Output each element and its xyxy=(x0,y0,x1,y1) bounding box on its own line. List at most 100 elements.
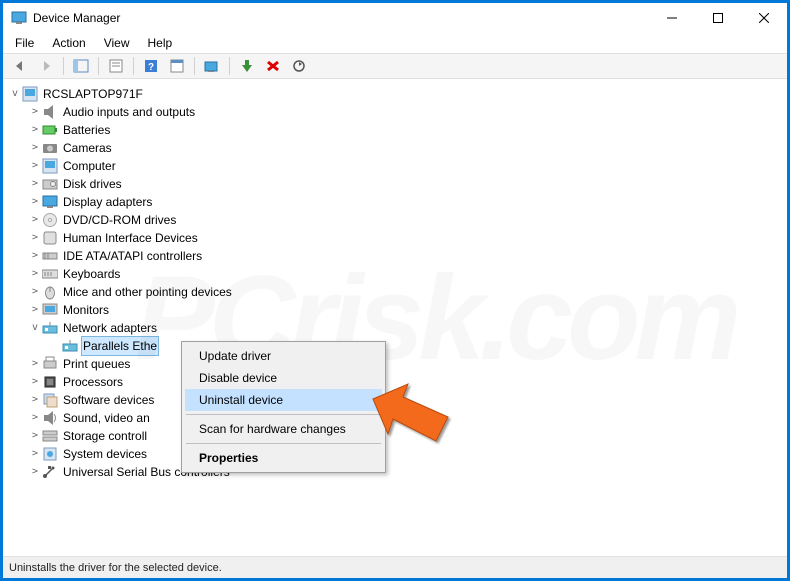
expand-icon[interactable]: > xyxy=(29,463,41,481)
expand-icon[interactable]: > xyxy=(29,121,41,139)
window: Device Manager File Action View Help ? P… xyxy=(3,3,787,578)
tree-item[interactable]: > Monitors xyxy=(7,301,783,319)
ide-icon xyxy=(42,248,58,264)
tree-item-label: Sound, video an xyxy=(61,409,152,427)
help-button[interactable]: ? xyxy=(140,55,162,77)
tree-item[interactable]: > Human Interface Devices xyxy=(7,229,783,247)
expand-icon[interactable]: > xyxy=(29,175,41,193)
tree-root[interactable]: vRCSLAPTOP971F xyxy=(7,85,783,103)
expand-icon[interactable]: > xyxy=(29,301,41,319)
printer-icon xyxy=(42,356,58,372)
maximize-button[interactable] xyxy=(695,3,741,33)
tree-item-label: Monitors xyxy=(61,301,111,319)
tree-item[interactable]: > Display adapters xyxy=(7,193,783,211)
tree-item[interactable]: > Keyboards xyxy=(7,265,783,283)
tree-item[interactable]: >Cameras xyxy=(7,139,783,157)
tree-item-label: IDE ATA/ATAPI controllers xyxy=(61,247,204,265)
network-icon xyxy=(62,338,78,354)
tree-item[interactable]: > Sound, video an xyxy=(7,409,783,427)
expand-icon[interactable]: > xyxy=(29,139,41,157)
tree-item[interactable]: vNetwork adapters xyxy=(7,319,783,337)
menubar: File Action View Help xyxy=(3,33,787,53)
system-icon xyxy=(42,446,58,462)
tree-item[interactable]: >Universal Serial Bus controllers xyxy=(7,463,783,481)
tree-item[interactable]: > Storage controll xyxy=(7,427,783,445)
expand-icon[interactable]: > xyxy=(29,229,41,247)
tree-item-label: Batteries xyxy=(61,121,112,139)
expand-icon[interactable]: > xyxy=(29,157,41,175)
expand-icon[interactable]: > xyxy=(29,427,41,445)
keyboard-icon xyxy=(42,266,58,282)
tree-item[interactable]: > System devices xyxy=(7,445,783,463)
tree-item-label: Mice and other pointing devices xyxy=(61,283,234,301)
action-bar-button[interactable] xyxy=(166,55,188,77)
expand-icon[interactable]: > xyxy=(29,355,41,373)
context-menu-item[interactable]: Scan for hardware changes xyxy=(185,418,382,440)
tree-item[interactable]: > Mice and other pointing devices xyxy=(7,283,783,301)
tree-content: PCrisk.com vRCSLAPTOP971F>Audio inputs a… xyxy=(3,79,787,556)
enable-device-button[interactable] xyxy=(236,55,258,77)
expand-icon[interactable]: > xyxy=(29,193,41,211)
tree-item[interactable]: > Software devices xyxy=(7,391,783,409)
menu-view[interactable]: View xyxy=(104,36,130,50)
device-tree: vRCSLAPTOP971F>Audio inputs and outputs>… xyxy=(7,85,783,481)
tree-item-label: Human Interface Devices xyxy=(61,229,200,247)
window-controls xyxy=(649,3,787,33)
tree-item-label: Software devices xyxy=(61,391,156,409)
tree-item[interactable]: >Audio inputs and outputs xyxy=(7,103,783,121)
menu-file[interactable]: File xyxy=(15,36,34,50)
expand-icon[interactable]: > xyxy=(29,247,41,265)
toolbar: ? xyxy=(3,53,787,79)
scan-hardware-button[interactable] xyxy=(201,55,223,77)
minimize-button[interactable] xyxy=(649,3,695,33)
tree-item-label: Print queues xyxy=(61,355,132,373)
context-menu-separator xyxy=(186,414,381,415)
expand-icon[interactable]: v xyxy=(29,319,41,337)
expand-icon[interactable]: > xyxy=(29,265,41,283)
svg-text:?: ? xyxy=(148,62,154,73)
tree-item-label: Display adapters xyxy=(61,193,154,211)
properties-button[interactable] xyxy=(105,55,127,77)
tree-item-label: Storage controll xyxy=(61,427,149,445)
expand-icon[interactable]: > xyxy=(29,445,41,463)
tree-item[interactable]: > Disk drives xyxy=(7,175,783,193)
expand-icon[interactable]: > xyxy=(29,373,41,391)
sound-icon xyxy=(42,410,58,426)
forward-button[interactable] xyxy=(35,55,57,77)
context-menu-item[interactable]: Update driver xyxy=(185,345,382,367)
tree-item-label: Keyboards xyxy=(61,265,122,283)
expand-icon[interactable]: > xyxy=(29,283,41,301)
tree-item-label: System devices xyxy=(61,445,149,463)
expand-icon[interactable]: > xyxy=(29,103,41,121)
tree-item[interactable]: >Processors xyxy=(7,373,783,391)
tree-item[interactable]: > DVD/CD-ROM drives xyxy=(7,211,783,229)
window-title: Device Manager xyxy=(33,11,649,25)
collapse-icon[interactable]: v xyxy=(9,85,21,103)
context-menu-item[interactable]: Disable device xyxy=(185,367,382,389)
dvd-icon xyxy=(42,212,58,228)
tree-item[interactable]: > Print queues xyxy=(7,355,783,373)
context-menu-item[interactable]: Properties xyxy=(185,447,382,469)
tree-item[interactable]: > Batteries xyxy=(7,121,783,139)
back-button[interactable] xyxy=(9,55,31,77)
tree-item-label: Disk drives xyxy=(61,175,124,193)
tree-item[interactable]: > IDE ATA/ATAPI controllers xyxy=(7,247,783,265)
tree-child-item[interactable]: Parallels Ethe xyxy=(7,337,783,355)
camera-icon xyxy=(42,140,58,156)
software-icon xyxy=(42,392,58,408)
context-menu: Update driverDisable deviceUninstall dev… xyxy=(181,341,386,473)
expand-icon[interactable]: > xyxy=(29,409,41,427)
expand-icon[interactable]: > xyxy=(29,211,41,229)
expand-icon[interactable]: > xyxy=(29,391,41,409)
update-driver-button[interactable] xyxy=(288,55,310,77)
context-menu-item[interactable]: Uninstall device xyxy=(185,389,382,411)
close-button[interactable] xyxy=(741,3,787,33)
menu-action[interactable]: Action xyxy=(52,36,85,50)
mouse-icon xyxy=(42,284,58,300)
show-hide-tree-button[interactable] xyxy=(70,55,92,77)
uninstall-device-button[interactable] xyxy=(262,55,284,77)
tree-item[interactable]: >Computer xyxy=(7,157,783,175)
context-menu-separator xyxy=(186,443,381,444)
tree-item-label: DVD/CD-ROM drives xyxy=(61,211,178,229)
menu-help[interactable]: Help xyxy=(148,36,173,50)
